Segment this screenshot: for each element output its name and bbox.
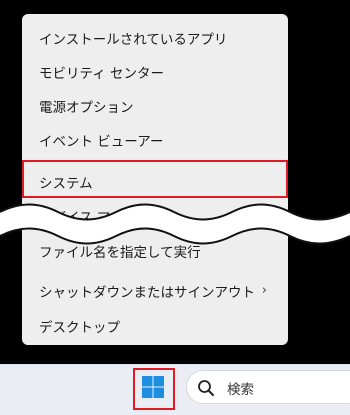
- wavy-break-divider: [0, 203, 350, 245]
- search-icon: [198, 380, 214, 396]
- menu-item-shutdown-signout[interactable]: シャットダウンまたはサインアウト ›: [22, 274, 288, 308]
- menu-item-label: モビリティ センター: [39, 66, 164, 82]
- menu-item-event-viewer[interactable]: イベント ビューアー: [22, 123, 288, 157]
- menu-item-label: イベント ビューアー: [39, 134, 164, 150]
- menu-item-label: 電源オプション: [39, 100, 134, 116]
- menu-item-mobility-center[interactable]: モビリティ センター: [22, 55, 288, 89]
- taskbar: 検索: [0, 364, 350, 415]
- start-button-highlight-box: [133, 368, 175, 410]
- menu-item-label: インストールされているアプリ: [39, 32, 228, 48]
- taskbar-search-box[interactable]: 検索: [186, 370, 350, 404]
- menu-item-label: デスクトップ: [39, 320, 120, 336]
- menu-item-power-options[interactable]: 電源オプション: [22, 89, 288, 123]
- chevron-right-icon: ›: [261, 283, 267, 298]
- menu-item-desktop[interactable]: デスクトップ: [22, 309, 288, 343]
- menu-item-label: シャットダウンまたはサインアウト: [39, 285, 255, 301]
- menu-item-installed-apps[interactable]: インストールされているアプリ: [22, 21, 288, 55]
- search-label: 検索: [227, 382, 254, 398]
